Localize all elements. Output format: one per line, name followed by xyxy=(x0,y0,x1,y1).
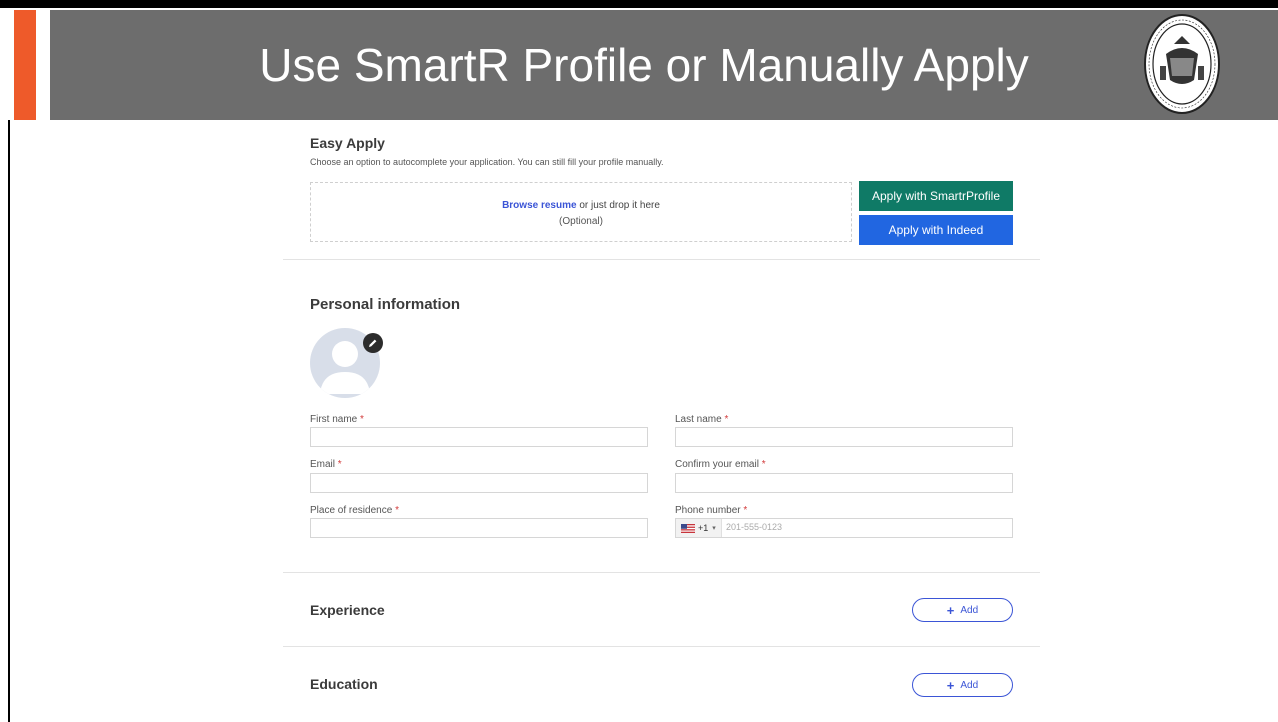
residence-input[interactable] xyxy=(310,518,648,538)
add-education-label: Add xyxy=(960,679,979,691)
chevron-down-icon: ▾ xyxy=(712,525,716,532)
email-label: Email * xyxy=(310,459,342,470)
easy-apply-heading: Easy Apply xyxy=(310,135,385,151)
add-experience-label: Add xyxy=(960,604,979,616)
first-name-input[interactable] xyxy=(310,427,648,447)
us-flag-icon xyxy=(681,523,695,533)
last-name-label: Last name * xyxy=(675,414,728,425)
title-bar: Use SmartR Profile or Manually Apply xyxy=(50,10,1278,120)
browse-resume-link[interactable]: Browse resume xyxy=(502,200,576,211)
phone-code: +1 xyxy=(698,523,709,533)
phone-input[interactable]: +1 ▾ 201-555-0123 xyxy=(675,518,1013,538)
slide-frame-top xyxy=(0,0,1278,8)
residence-label: Place of residence * xyxy=(310,505,399,516)
experience-heading: Experience xyxy=(310,602,385,618)
confirm-email-label: Confirm your email * xyxy=(675,459,766,470)
country-code-select[interactable]: +1 ▾ xyxy=(676,519,722,537)
required-marker: * xyxy=(337,459,342,470)
email-label-text: Email xyxy=(310,459,336,470)
accent-bar xyxy=(14,10,36,120)
required-marker: * xyxy=(761,459,766,470)
confirm-email-label-text: Confirm your email xyxy=(675,459,759,470)
personal-info-heading: Personal information xyxy=(310,296,461,313)
plus-icon: + xyxy=(946,677,955,693)
section-divider xyxy=(283,259,1040,260)
confirm-email-input[interactable] xyxy=(675,473,1013,493)
required-marker: * xyxy=(395,505,399,516)
apply-indeed-button[interactable]: Apply with Indeed xyxy=(859,215,1013,245)
optional-label: (Optional) xyxy=(559,216,603,227)
dropzone-text: Browse resume or just drop it here xyxy=(311,200,851,211)
edit-photo-button[interactable] xyxy=(363,333,383,353)
phone-label: Phone number * xyxy=(675,505,747,516)
first-name-label: First name * xyxy=(310,414,364,425)
required-marker: * xyxy=(724,414,729,425)
slide-frame-left xyxy=(8,120,10,722)
application-form: Easy Apply Choose an option to autocompl… xyxy=(283,120,1043,722)
pencil-icon xyxy=(369,339,377,347)
last-name-input[interactable] xyxy=(675,427,1013,447)
phone-placeholder: 201-555-0123 xyxy=(726,522,783,532)
required-marker: * xyxy=(360,414,364,425)
last-name-label-text: Last name xyxy=(675,414,722,425)
slide-title: Use SmartR Profile or Manually Apply xyxy=(259,39,1029,91)
add-education-button[interactable]: + Add xyxy=(912,673,1013,697)
apply-smartrprofile-button[interactable]: Apply with SmartrProfile xyxy=(859,181,1013,211)
email-input[interactable] xyxy=(310,473,648,493)
easy-apply-description: Choose an option to autocomplete your ap… xyxy=(310,157,664,167)
phone-label-text: Phone number xyxy=(675,505,741,516)
drop-text: or just drop it here xyxy=(576,200,660,211)
plus-icon: + xyxy=(946,602,955,618)
resume-dropzone[interactable]: Browse resume or just drop it here (Opti… xyxy=(310,182,852,242)
section-divider xyxy=(283,572,1040,573)
section-divider xyxy=(283,646,1040,647)
required-marker: * xyxy=(743,505,748,516)
education-heading: Education xyxy=(310,676,378,692)
add-experience-button[interactable]: + Add xyxy=(912,598,1013,622)
seal-logo xyxy=(1144,14,1220,114)
first-name-label-text: First name xyxy=(310,414,358,425)
residence-label-text: Place of residence xyxy=(310,505,393,516)
